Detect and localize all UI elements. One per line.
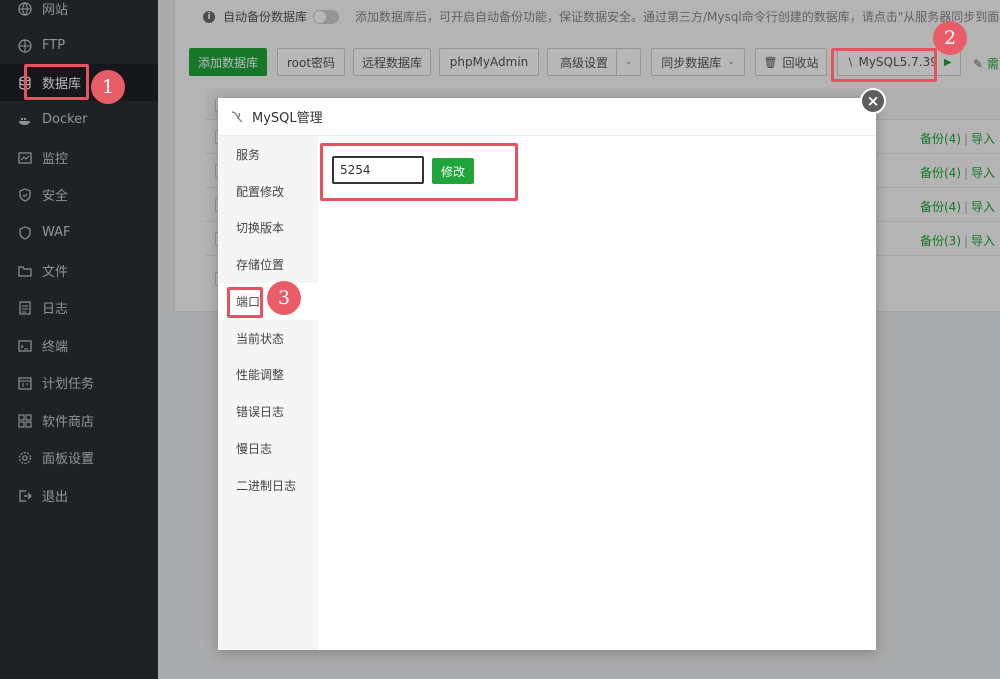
annotation-badge-3: 3 [267, 281, 301, 315]
close-icon[interactable]: × [860, 88, 886, 114]
mysql-leaf-icon [231, 110, 243, 122]
nav-item-version[interactable]: 切换版本 [218, 209, 318, 246]
nav-item-config[interactable]: 配置修改 [218, 173, 318, 210]
annotation-highlight-port-tab [227, 287, 263, 318]
nav-item-slow-log[interactable]: 慢日志 [218, 430, 318, 467]
annotation-highlight-mysql [831, 48, 937, 82]
modal-header: MySQL管理 [218, 98, 876, 136]
annotation-badge-1: 1 [91, 70, 125, 104]
nav-item-service[interactable]: 服务 [218, 136, 318, 173]
modal-nav: 服务 配置修改 切换版本 存储位置 端口 当前状态 性能调整 错误日志 慢日志 … [218, 136, 318, 650]
nav-item-error-log[interactable]: 错误日志 [218, 393, 318, 430]
annotation-badge-2: 2 [933, 21, 967, 55]
nav-item-binlog[interactable]: 二进制日志 [218, 467, 318, 504]
nav-item-performance[interactable]: 性能调整 [218, 356, 318, 393]
nav-item-storage[interactable]: 存储位置 [218, 246, 318, 283]
annotation-highlight-port-form [320, 143, 518, 201]
mysql-manager-modal: MySQL管理 服务 配置修改 切换版本 存储位置 端口 当前状态 性能调整 错… [218, 98, 876, 650]
annotation-highlight-database [24, 64, 89, 100]
port-panel: 修改 [318, 136, 876, 650]
modal-title: MySQL管理 [252, 111, 323, 126]
nav-item-status[interactable]: 当前状态 [218, 320, 318, 357]
